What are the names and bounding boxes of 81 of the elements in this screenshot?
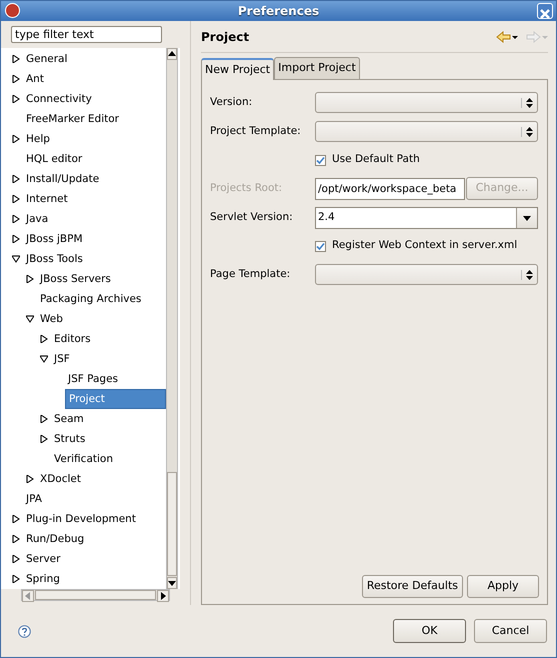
expand-icon[interactable] [12, 515, 20, 523]
tree-item[interactable]: Seam [51, 410, 87, 428]
tree-item[interactable]: JSF Pages [65, 370, 122, 388]
expand-icon[interactable] [12, 55, 20, 63]
filter-field[interactable]: type filter text [11, 26, 162, 43]
expand-icon[interactable] [12, 135, 20, 143]
collapse-icon[interactable] [40, 355, 48, 363]
window-title: Preferences [238, 3, 320, 20]
expand-icon[interactable] [40, 435, 48, 443]
tree-item[interactable]: Connectivity [23, 90, 95, 108]
expand-icon[interactable] [12, 555, 20, 563]
close-button[interactable] [537, 3, 553, 19]
checkbox-label: Register Web Context in server.xml [332, 238, 518, 254]
tree-item[interactable]: Java [23, 210, 52, 228]
checkbox[interactable] [315, 154, 326, 166]
tree-item[interactable]: Plug-in Development [23, 510, 139, 528]
combo-box[interactable] [315, 264, 538, 285]
back-icon[interactable] [496, 30, 518, 42]
field-label: Projects Root: [210, 180, 284, 196]
field-label: Servlet Version: [210, 210, 294, 225]
tree-item[interactable]: JPA [23, 490, 45, 508]
checkbox-label: Use Default Path [332, 152, 420, 168]
vertical-scrollbar[interactable] [166, 48, 178, 589]
tree-item[interactable]: Verification [51, 450, 116, 468]
tree-item[interactable]: JBoss jBPM [23, 230, 86, 248]
expand-icon[interactable] [12, 575, 20, 583]
page-title: Project [201, 28, 250, 46]
scroll-down-icon[interactable] [168, 579, 176, 587]
apply-button[interactable]: Apply [467, 575, 539, 598]
tree-item[interactable]: Web [37, 310, 66, 328]
checkbox[interactable] [315, 240, 326, 252]
expand-icon[interactable] [12, 535, 20, 543]
tree-item[interactable]: JBoss Servers [37, 270, 114, 288]
tree-item[interactable]: JBoss Tools [23, 250, 86, 268]
app-icon [5, 3, 20, 18]
horizontal-scrollbar[interactable] [21, 589, 170, 601]
tree-item[interactable]: Ant [23, 70, 47, 88]
expand-icon[interactable] [12, 195, 20, 203]
collapse-icon[interactable] [12, 255, 20, 263]
field-label: Page Template: [210, 266, 292, 282]
tree-item[interactable]: Help [23, 130, 53, 148]
expand-icon[interactable] [40, 335, 48, 343]
help-icon[interactable] [18, 624, 31, 638]
field-label: Version: [210, 94, 254, 110]
expand-icon[interactable] [12, 235, 20, 243]
ok-button[interactable]: OK [393, 619, 466, 643]
tree-item[interactable]: Install/Update [23, 170, 102, 188]
combo-box[interactable] [315, 92, 538, 113]
expand-icon[interactable] [40, 415, 48, 423]
expand-icon[interactable] [26, 475, 34, 483]
tree-item[interactable]: FreeMarker Editor [23, 110, 122, 128]
tree-item[interactable]: JSF [51, 350, 73, 368]
tree-item[interactable]: XDoclet [37, 470, 84, 488]
expand-icon[interactable] [12, 215, 20, 223]
collapse-icon[interactable] [26, 315, 34, 323]
cancel-button[interactable]: Cancel [474, 619, 547, 643]
tree-item[interactable]: HQL editor [23, 150, 86, 168]
expand-icon[interactable] [12, 95, 20, 103]
field-label: Project Template: [210, 124, 302, 139]
combo-box[interactable] [315, 121, 538, 142]
restore-defaults-button[interactable]: Restore Defaults [362, 575, 463, 598]
tree-item[interactable]: Spring [23, 570, 63, 588]
scrollbar-thumb[interactable] [35, 590, 156, 600]
expand-icon[interactable] [26, 275, 34, 283]
tree-item[interactable]: Server [23, 550, 64, 568]
tree-item[interactable]: Editors [51, 330, 94, 348]
tree-item[interactable]: Packaging Archives [37, 290, 144, 308]
scrollbar-thumb[interactable] [167, 472, 177, 576]
tab[interactable]: New Project [201, 58, 274, 80]
tree-item[interactable]: General [23, 50, 70, 68]
scroll-right-icon[interactable] [159, 592, 167, 600]
scroll-up-icon[interactable] [168, 50, 176, 58]
tree-item[interactable]: Struts [51, 430, 88, 448]
dropdown-field[interactable]: 2.4 [315, 206, 538, 228]
expand-icon[interactable] [12, 75, 20, 83]
dropdown-arrow-icon[interactable] [523, 214, 531, 222]
tree-item[interactable]: Run/Debug [23, 530, 88, 548]
tab[interactable]: Import Project [274, 57, 360, 79]
expand-icon[interactable] [12, 175, 20, 183]
tree-item[interactable]: Internet [23, 190, 71, 208]
tree-item[interactable]: Project [65, 389, 166, 409]
